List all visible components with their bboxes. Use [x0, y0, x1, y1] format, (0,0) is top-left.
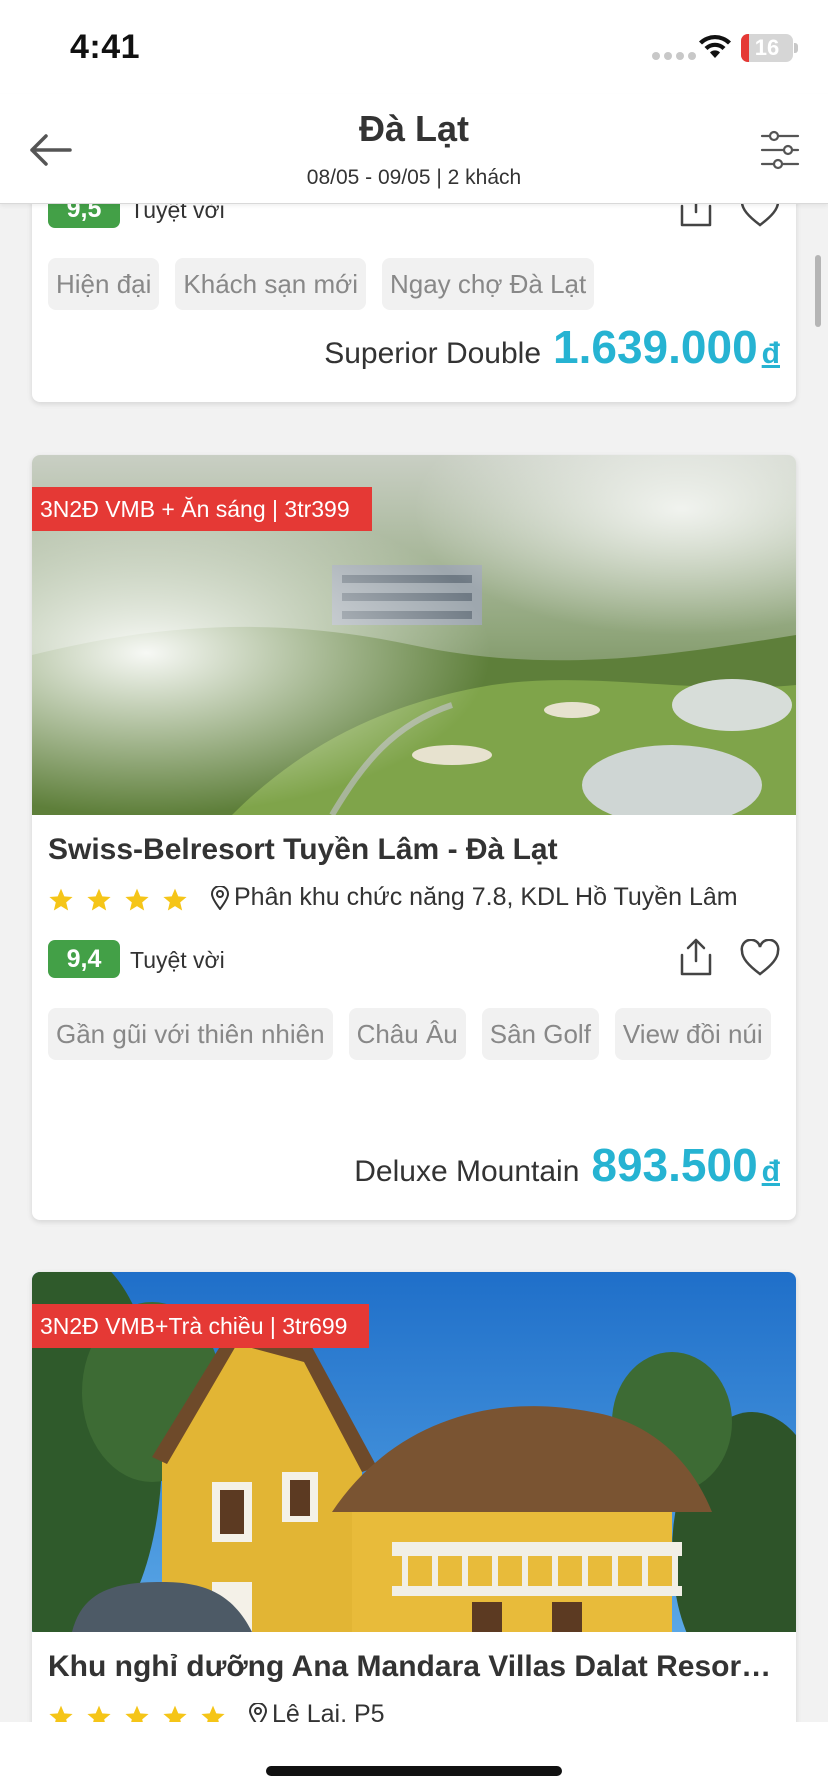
cellular-signal-icon	[652, 52, 696, 60]
promo-banner: 3N2Đ VMB + Ăn sáng | 3tr399	[32, 487, 372, 531]
date-guest-summary[interactable]: 08/05 - 09/05 | 2 khách	[0, 166, 828, 190]
tag: Châu Âu	[348, 1008, 466, 1060]
star-icon	[87, 888, 111, 911]
tag: View đồi núi	[614, 1008, 771, 1060]
battery-icon: 16	[741, 34, 793, 62]
hotel-photo[interactable]: 3N2Đ VMB + Ăn sáng | 3tr399	[32, 455, 796, 815]
tag: Khách sạn mới	[175, 258, 366, 310]
price-row: Superior Double 1.639.000 đ	[324, 320, 780, 374]
currency: đ	[761, 1155, 780, 1188]
location-pin-icon	[210, 885, 230, 910]
hotel-name[interactable]: Swiss-Belresort Tuyền Lâm - Đà Lạt	[48, 833, 778, 867]
page-title: Đà Lạt	[358, 108, 470, 149]
status-time: 4:41	[70, 28, 141, 66]
home-indicator-area	[0, 1722, 828, 1792]
star-icon	[49, 888, 73, 911]
rating-badge: 9,4	[48, 940, 120, 978]
tag: Gần gũi với thiên nhiên	[48, 1008, 333, 1060]
status-bar: 4:41 16	[0, 0, 828, 94]
battery-cap	[794, 43, 798, 53]
hotel-card[interactable]: 3N2Đ VMB + Ăn sáng | 3tr399 Swiss-Belres…	[32, 455, 796, 1220]
price: 1.639.000	[553, 321, 758, 373]
rating-label: Tuyệt vời	[130, 947, 225, 973]
currency: đ	[761, 337, 780, 370]
room-type: Superior Double	[324, 337, 542, 370]
tag: Ngay chợ Đà Lạt	[381, 258, 595, 310]
room-type: Deluxe Mountain	[354, 1155, 580, 1188]
tag-list: Gần gũi với thiên nhiên Châu Âu Sân Golf…	[48, 1008, 788, 1060]
star-icon	[163, 888, 187, 911]
star-rating	[48, 887, 188, 913]
tag: Sân Golf	[481, 1008, 599, 1060]
price: 893.500	[591, 1139, 758, 1191]
wifi-icon	[699, 35, 731, 58]
heart-icon[interactable]	[740, 939, 780, 977]
hotel-list-screen: 4:41 16 Đà Lạt 08/05 - 09/05 | 2 khách 9…	[0, 0, 828, 1792]
home-indicator[interactable]	[266, 1766, 562, 1776]
address: Phân khu chức năng 7.8, KDL Hồ Tuyền Lâm	[210, 883, 738, 912]
share-icon[interactable]	[676, 937, 716, 977]
hotel-card[interactable]: 3N2Đ VMB+Trà chiều | 3tr699 Khu nghỉ dưỡ…	[32, 1272, 796, 1792]
tag-list: Hiện đại Khách sạn mới Ngay chợ Đà Lạt	[48, 258, 788, 310]
scrollbar-thumb[interactable]	[815, 255, 821, 327]
promo-banner: 3N2Đ VMB+Trà chiều | 3tr699	[32, 1304, 370, 1348]
hotel-photo[interactable]: 3N2Đ VMB+Trà chiều | 3tr699	[32, 1272, 796, 1632]
star-icon	[125, 888, 149, 911]
hotel-name[interactable]: Khu nghỉ dưỡng Ana Mandara Villas Dalat …	[48, 1650, 778, 1684]
address-text: Phân khu chức năng 7.8, KDL Hồ Tuyền Lâm	[234, 883, 738, 911]
filter-icon[interactable]	[760, 128, 800, 172]
battery-level: 16	[754, 35, 780, 60]
search-header: Đà Lạt 08/05 - 09/05 | 2 khách	[0, 94, 828, 204]
price-row: Deluxe Mountain 893.500 đ	[354, 1138, 780, 1192]
tag: Hiện đại	[48, 258, 160, 310]
